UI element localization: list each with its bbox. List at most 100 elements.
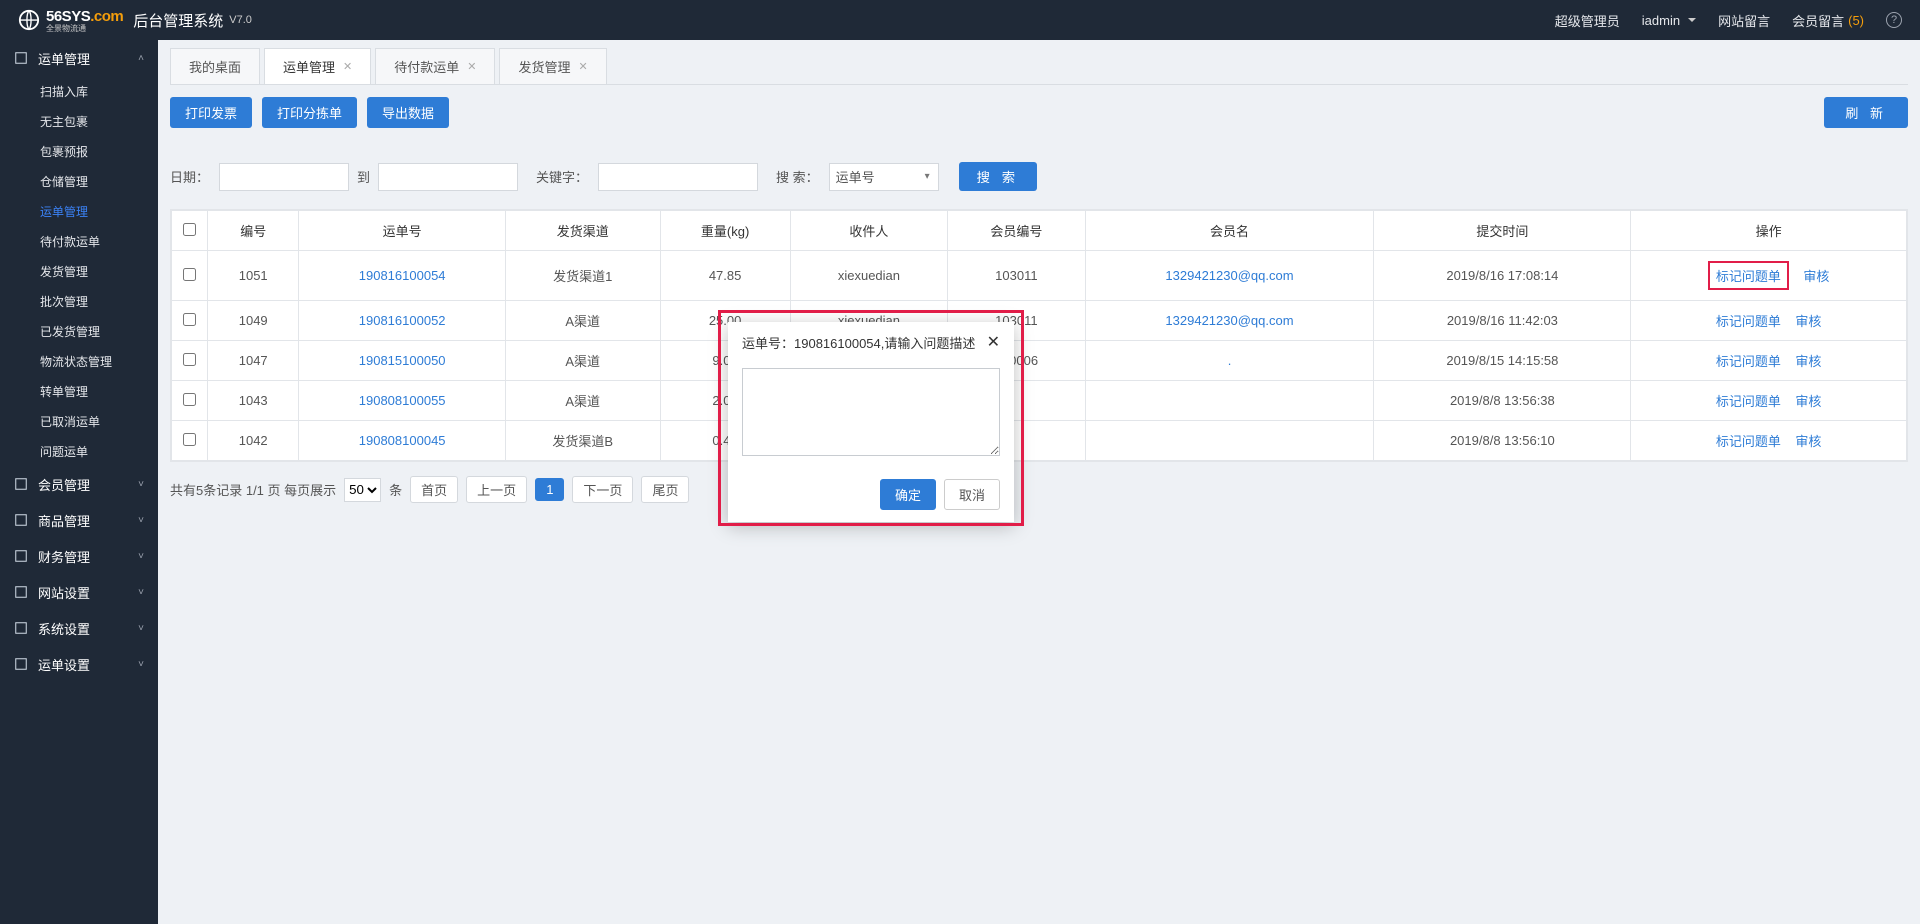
menu-group-2[interactable]: 商品管理˅ xyxy=(0,502,158,538)
audit-link[interactable]: 审核 xyxy=(1795,314,1821,329)
mark-problem-dialog: 运单号：190816100054,请输入问题描述 ✕ 确定 取消 xyxy=(728,322,1014,522)
pager-next[interactable]: 下一页 xyxy=(572,476,633,503)
waybill-link[interactable]: 190815100050 xyxy=(359,353,446,368)
col-header-1: 编号 xyxy=(208,211,299,251)
system-title: 后台管理系统 xyxy=(133,10,223,31)
user-icon xyxy=(14,513,28,527)
cell-id: 1049 xyxy=(208,301,299,341)
member-messages-link[interactable]: 会员留言 (5) xyxy=(1792,11,1864,30)
page-size-select[interactable]: 50 xyxy=(344,478,381,502)
waybill-link[interactable]: 190808100045 xyxy=(359,433,446,448)
col-header-4: 重量(kg) xyxy=(660,211,790,251)
menu-group-6[interactable]: 运单设置˅ xyxy=(0,646,158,682)
menu-group-1[interactable]: 会员管理˅ xyxy=(0,466,158,502)
waybill-link[interactable]: 190816100052 xyxy=(359,313,446,328)
tab-3[interactable]: 发货管理✕ xyxy=(499,48,606,84)
cell-id: 1047 xyxy=(208,341,299,381)
row-checkbox[interactable] xyxy=(183,393,196,406)
col-header-0 xyxy=(172,211,208,251)
sidebar-item-1[interactable]: 无主包裹 xyxy=(0,106,158,136)
print-sort-button[interactable]: 打印分拣单 xyxy=(262,97,357,128)
dialog-ok-button[interactable]: 确定 xyxy=(880,479,936,510)
sidebar-item-8[interactable]: 已发货管理 xyxy=(0,316,158,346)
problem-description-textarea[interactable] xyxy=(742,368,1000,456)
sidebar-item-3[interactable]: 仓储管理 xyxy=(0,166,158,196)
keyword-input[interactable] xyxy=(598,163,758,191)
menu-group-4[interactable]: 网站设置˅ xyxy=(0,574,158,610)
pager: 共有5条记录 1/1 页 每页展示 50 条 首页 上一页 1 下一页 尾页 xyxy=(170,476,1908,503)
sidebar-item-0[interactable]: 扫描入库 xyxy=(0,76,158,106)
waybill-link[interactable]: 190816100054 xyxy=(359,268,446,283)
monitor-icon xyxy=(14,585,28,599)
logo-text: 56SYS xyxy=(46,8,90,25)
col-header-5: 收件人 xyxy=(790,211,948,251)
grid-icon xyxy=(14,657,28,671)
sidebar-item-12[interactable]: 问题运单 xyxy=(0,436,158,466)
sidebar-item-5[interactable]: 待付款运单 xyxy=(0,226,158,256)
dialog-header: 运单号：190816100054,请输入问题描述 ✕ xyxy=(728,322,1014,362)
pager-prev[interactable]: 上一页 xyxy=(466,476,527,503)
tab-close-icon[interactable]: ✕ xyxy=(579,60,588,73)
menu-group-5[interactable]: 系统设置˅ xyxy=(0,610,158,646)
sidebar-item-11[interactable]: 已取消运单 xyxy=(0,406,158,436)
date-to-input[interactable] xyxy=(378,163,518,191)
mark-problem-link[interactable]: 标记问题单 xyxy=(1716,269,1781,284)
col-header-3: 发货渠道 xyxy=(505,211,660,251)
select-all-checkbox[interactable] xyxy=(183,223,196,236)
waybill-link[interactable]: 190808100055 xyxy=(359,393,446,408)
sidebar-item-7[interactable]: 批次管理 xyxy=(0,286,158,316)
sidebar-item-10[interactable]: 转单管理 xyxy=(0,376,158,406)
grid-icon xyxy=(14,621,28,635)
member-link[interactable]: . xyxy=(1228,353,1232,368)
date-from-input[interactable] xyxy=(219,163,349,191)
member-link[interactable]: 1329421230@qq.com xyxy=(1165,313,1293,328)
audit-link[interactable]: 审核 xyxy=(1795,354,1821,369)
tab-2[interactable]: 待付款运单✕ xyxy=(375,48,495,84)
dialog-cancel-button[interactable]: 取消 xyxy=(944,479,1000,510)
sidebar-item-6[interactable]: 发货管理 xyxy=(0,256,158,286)
pager-first[interactable]: 首页 xyxy=(410,476,458,503)
menu-group-0[interactable]: 运单管理˄ xyxy=(0,40,158,76)
search-button[interactable]: 搜 索 xyxy=(959,162,1037,191)
header-bar: 56SYS.com 全景物流通 后台管理系统 V7.0 超级管理员 iadmin… xyxy=(0,0,1920,40)
sidebar: 运单管理˄扫描入库无主包裹包裹预报仓储管理运单管理待付款运单发货管理批次管理已发… xyxy=(0,40,158,924)
audit-link[interactable]: 审核 xyxy=(1803,269,1829,284)
tab-0[interactable]: 我的桌面 xyxy=(170,48,260,84)
tab-close-icon[interactable]: ✕ xyxy=(343,60,352,73)
mark-problem-link[interactable]: 标记问题单 xyxy=(1716,434,1781,449)
cell-time: 2019/8/8 13:56:38 xyxy=(1374,381,1631,421)
audit-link[interactable]: 审核 xyxy=(1795,434,1821,449)
mark-problem-link[interactable]: 标记问题单 xyxy=(1716,354,1781,369)
user-menu[interactable]: iadmin xyxy=(1642,13,1696,28)
site-messages-link[interactable]: 网站留言 xyxy=(1718,11,1770,30)
row-checkbox[interactable] xyxy=(183,353,196,366)
print-invoice-button[interactable]: 打印发票 xyxy=(170,97,252,128)
sidebar-item-9[interactable]: 物流状态管理 xyxy=(0,346,158,376)
tab-close-icon[interactable]: ✕ xyxy=(467,60,476,73)
refresh-button[interactable]: 刷 新 xyxy=(1824,97,1908,128)
tab-1[interactable]: 运单管理✕ xyxy=(264,48,371,84)
cell-id: 1043 xyxy=(208,381,299,421)
pager-unit: 条 xyxy=(389,480,402,499)
row-checkbox[interactable] xyxy=(183,313,196,326)
help-icon[interactable]: ? xyxy=(1886,12,1902,28)
pager-last[interactable]: 尾页 xyxy=(641,476,689,503)
pager-current[interactable]: 1 xyxy=(535,478,564,501)
member-link[interactable]: 1329421230@qq.com xyxy=(1165,268,1293,283)
row-checkbox[interactable] xyxy=(183,433,196,446)
version: V7.0 xyxy=(229,14,252,26)
mark-problem-link[interactable]: 标记问题单 xyxy=(1716,394,1781,409)
cell-recipient: xiexuedian xyxy=(790,251,948,301)
close-icon[interactable]: ✕ xyxy=(987,332,1000,352)
menu-group-3[interactable]: 财务管理˅ xyxy=(0,538,158,574)
sidebar-item-4[interactable]: 运单管理 xyxy=(0,196,158,226)
col-header-9: 操作 xyxy=(1631,211,1907,251)
export-button[interactable]: 导出数据 xyxy=(367,97,449,128)
to-label: 到 xyxy=(357,167,370,186)
audit-link[interactable]: 审核 xyxy=(1795,394,1821,409)
row-checkbox[interactable] xyxy=(183,268,196,281)
search-field-select[interactable]: 运单号 xyxy=(829,163,939,191)
cell-member-no: 103011 xyxy=(948,251,1085,301)
sidebar-item-2[interactable]: 包裹预报 xyxy=(0,136,158,166)
mark-problem-link[interactable]: 标记问题单 xyxy=(1716,314,1781,329)
